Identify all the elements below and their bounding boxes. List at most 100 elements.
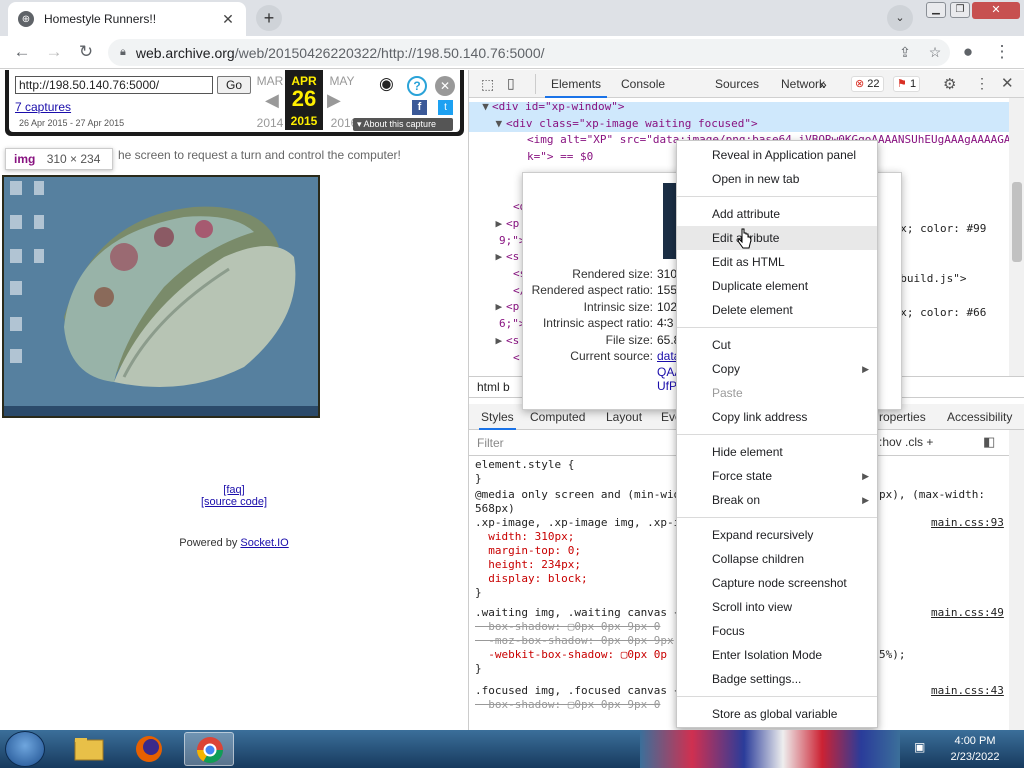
start-button-icon[interactable] [5, 731, 45, 767]
network-tray-icon[interactable]: ▣ [914, 740, 925, 754]
css-rule-line[interactable]: margin-top: 0; [475, 544, 581, 558]
wayback-go-button[interactable]: Go [217, 76, 251, 94]
firefox-icon[interactable] [124, 732, 174, 766]
facebook-icon[interactable]: f [412, 100, 427, 115]
styles-scrollbar[interactable] [1009, 430, 1024, 730]
menu-item-store-as-global-variable[interactable]: Store as global variable [677, 702, 877, 726]
tab-elements[interactable]: Elements [545, 70, 608, 98]
menu-item-collapse-children[interactable]: Collapse children [677, 547, 877, 571]
reload-icon[interactable]: ↻ [74, 40, 98, 64]
toggle-sidebar-icon[interactable]: ◧ [983, 434, 995, 450]
dom-node-line[interactable]: <s [506, 250, 519, 263]
more-tabs-icon[interactable]: » [819, 70, 827, 98]
tab-console[interactable]: Console [621, 70, 665, 98]
close-window-button[interactable]: ✕ [972, 2, 1020, 19]
preview-source-continued[interactable]: UfP [657, 379, 677, 393]
profile-avatar-icon[interactable]: ● [956, 40, 980, 64]
dom-scrollbar-thumb[interactable] [1012, 182, 1022, 262]
new-tab-button[interactable]: + [256, 5, 282, 31]
menu-item-edit-attribute[interactable]: Edit attribute [677, 226, 877, 250]
dom-node-indent[interactable]: ▶ [469, 334, 502, 347]
dom-node-indent[interactable] [469, 317, 496, 330]
maximize-window-button[interactable]: ❐ [950, 2, 970, 18]
wayback-url-input[interactable]: http://198.50.140.76:5000/ [15, 76, 213, 94]
dom-node-indent[interactable]: ▼ [469, 100, 489, 113]
minimize-window-button[interactable]: ▁ [926, 2, 946, 18]
dom-node-line[interactable]: k="> == $0 [527, 150, 593, 163]
dom-node-indent[interactable] [469, 267, 509, 280]
warning-count-badge[interactable]: ⚑ 1 [893, 76, 921, 92]
tab-accessibility[interactable]: Accessibility [947, 404, 1012, 430]
tab-styles[interactable]: Styles [479, 404, 516, 430]
forward-arrow-icon[interactable]: → [42, 40, 66, 64]
dom-node-line[interactable]: <p [506, 300, 519, 313]
css-rule-line[interactable]: box-shadow: ▢0px 0px 9px 0 [475, 698, 660, 712]
menu-item-cut[interactable]: Cut [677, 333, 877, 357]
dom-node-indent[interactable] [469, 184, 522, 197]
css-source-link[interactable]: main.css:93 [931, 516, 1004, 530]
css-rule-line[interactable]: box-shadow: ▢0px 0px 9px 0 [475, 620, 660, 634]
prev-year-label[interactable]: 2014 [253, 116, 287, 130]
css-rule-line[interactable]: .xp-image, .xp-image img, .xp-i [475, 516, 680, 530]
device-toolbar-icon[interactable]: ▯ [507, 75, 515, 92]
tab-sources[interactable]: Sources [715, 70, 759, 98]
filter-tools[interactable]: :hov .cls + [879, 435, 933, 449]
css-rule-line[interactable]: } [475, 586, 482, 600]
css-rule-line[interactable]: 568px) [475, 502, 515, 516]
menu-item-capture-node-screenshot[interactable]: Capture node screenshot [677, 571, 877, 595]
css-source-link[interactable]: main.css:49 [931, 606, 1004, 620]
browser-menu-icon[interactable]: ⋮ [990, 40, 1014, 64]
faq-link[interactable]: [faq] [223, 484, 244, 496]
dom-node-indent[interactable]: ▶ [469, 217, 502, 230]
socketio-link[interactable]: Socket.IO [240, 537, 288, 549]
back-arrow-icon[interactable]: ← [10, 40, 34, 64]
about-capture-button[interactable]: ▾ About this capture [353, 118, 453, 131]
dom-node-indent[interactable] [469, 200, 509, 213]
dom-node-indent[interactable] [469, 150, 522, 163]
xp-desktop-image[interactable] [2, 175, 320, 418]
css-rule-line[interactable]: height: 234px; [475, 558, 581, 572]
menu-item-open-in-new-tab[interactable]: Open in new tab [677, 167, 877, 191]
css-source-link[interactable]: main.css:43 [931, 684, 1004, 698]
source-code-link[interactable]: [source code] [201, 496, 267, 508]
menu-item-add-attribute[interactable]: Add attribute [677, 202, 877, 226]
captures-link[interactable]: 7 captures [15, 100, 71, 114]
close-devtools-icon[interactable]: ✕ [1001, 74, 1014, 92]
devtools-menu-icon[interactable]: ⋮ [975, 75, 989, 92]
dom-node-line[interactable]: <p [506, 217, 519, 230]
browser-tab[interactable]: ⊕ Homestyle Runners!! ✕ [8, 2, 246, 36]
file-explorer-icon[interactable] [64, 732, 114, 766]
prev-month-label[interactable]: MAR [253, 74, 287, 88]
dom-node-line[interactable]: <s [506, 334, 519, 347]
menu-item-scroll-into-view[interactable]: Scroll into view [677, 595, 877, 619]
menu-item-copy[interactable]: Copy ▶ [677, 357, 877, 381]
menu-item-hide-element[interactable]: Hide element [677, 440, 877, 464]
styles-filter-input[interactable]: Filter [477, 436, 504, 450]
tab-search-chevron-icon[interactable]: ⌄ [887, 5, 913, 31]
css-rule-line[interactable]: -webkit-box-shadow: ▢0px 0p [475, 648, 667, 662]
dom-node-line[interactable]: <div id="xp-window"> [492, 100, 624, 113]
prev-capture-arrow-icon[interactable]: ◀ [265, 90, 279, 111]
close-toolbar-icon[interactable]: ✕ [435, 76, 455, 96]
share-icon[interactable]: ⇪ [890, 44, 920, 61]
help-icon[interactable]: ? [407, 76, 427, 96]
menu-item-expand-recursively[interactable]: Expand recursively [677, 523, 877, 547]
dom-node-indent[interactable]: ▶ [469, 250, 502, 263]
css-rule-line[interactable]: .focused img, .focused canvas { [475, 684, 680, 698]
menu-item-duplicate-element[interactable]: Duplicate element [677, 274, 877, 298]
dom-node-indent[interactable] [469, 351, 509, 364]
css-rule-line[interactable]: @media only screen and (min-wid [475, 488, 680, 502]
chrome-taskbar-icon[interactable] [184, 732, 234, 766]
css-rule-line[interactable]: element.style { [475, 458, 574, 472]
dom-node-indent[interactable] [469, 133, 522, 146]
css-rule-line[interactable]: .waiting img, .waiting canvas { [475, 606, 680, 620]
menu-item-badge-settings[interactable]: Badge settings... [677, 667, 877, 691]
dom-node-line[interactable]: <div class="xp-image waiting focused"> [506, 117, 758, 130]
menu-item-delete-element[interactable]: Delete element [677, 298, 877, 322]
css-rule-line[interactable]: -moz-box-shadow: 0px 0px 9px [475, 634, 673, 648]
menu-item-break-on[interactable]: Break on ▶ [677, 488, 877, 512]
system-clock[interactable]: 4:00 PM 2/23/2022 [930, 733, 1020, 765]
dom-node-indent[interactable]: ▶ [469, 300, 502, 313]
css-rule-line[interactable]: width: 310px; [475, 530, 574, 544]
dom-node-indent[interactable]: ▼ [469, 117, 502, 130]
